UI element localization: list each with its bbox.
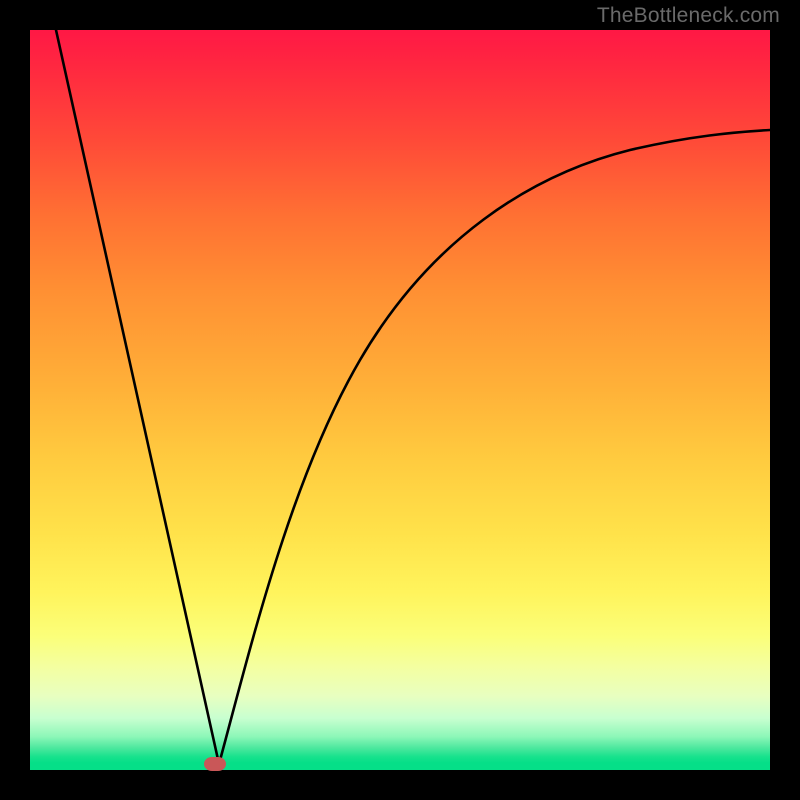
curve-right-segment [219,130,770,764]
minimum-marker [204,757,226,771]
curve-left-segment [56,30,219,764]
chart-curve [30,30,770,770]
watermark-text: TheBottleneck.com [597,4,780,28]
chart-plot-area [30,30,770,770]
